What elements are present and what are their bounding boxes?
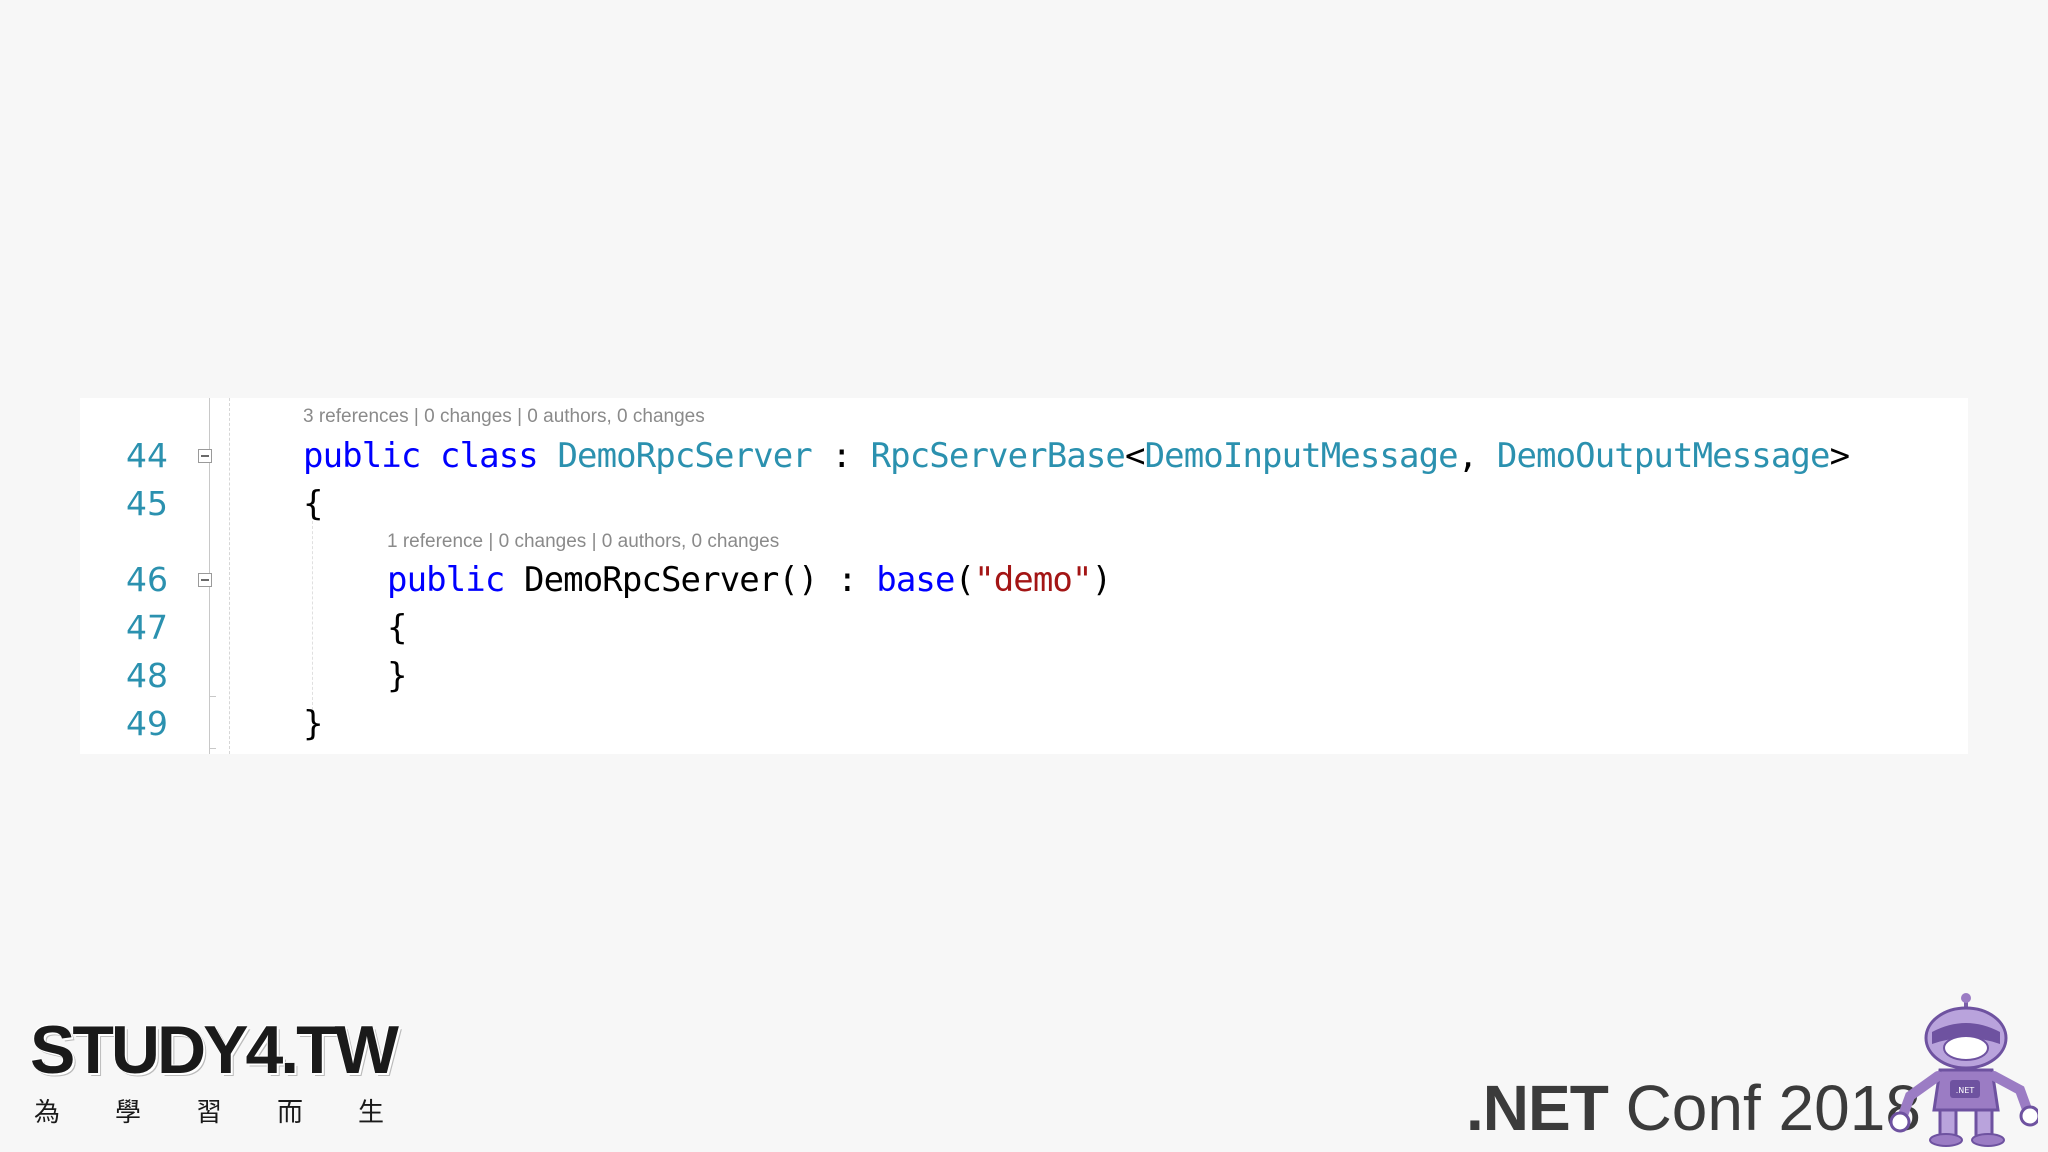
code-text[interactable]: {: [387, 604, 407, 652]
netconf-logo: .NET Conf 2018: [1466, 1072, 1921, 1144]
code-text[interactable]: }: [387, 652, 407, 700]
study4-slogan: 為 學 習 而 生: [34, 1092, 384, 1129]
line-number: 44: [126, 436, 168, 475]
study4-logo: STUDY4.TW 為 學 習 而 生: [30, 1012, 399, 1132]
code-line-44: 44 public class DemoRpcServer : RpcServe…: [80, 432, 1968, 480]
fold-end-marker: [209, 748, 216, 749]
codelens-class[interactable]: 3 references | 0 changes | 0 authors, 0 …: [303, 404, 705, 430]
code-line-46: 46 public DemoRpcServer() : base("demo"): [80, 556, 1968, 604]
code-editor: 3 references | 0 changes | 0 authors, 0 …: [80, 398, 1968, 754]
netconf-title: Conf 2018: [1607, 1072, 1921, 1144]
code-line-45: 45 {: [80, 480, 1968, 528]
fold-end-marker: [209, 696, 216, 697]
code-text[interactable]: public DemoRpcServer() : base("demo"): [387, 556, 1112, 604]
code-text[interactable]: }: [303, 700, 323, 748]
code-line-48: 48 }: [80, 652, 1968, 700]
codelens-constructor[interactable]: 1 reference | 0 changes | 0 authors, 0 c…: [387, 529, 779, 555]
line-number: 47: [126, 608, 168, 647]
line-number: 45: [126, 484, 168, 523]
slogan-char: 生: [357, 1098, 384, 1128]
study4-title: STUDY4.TW: [30, 1012, 399, 1088]
slogan-char: 學: [114, 1098, 141, 1128]
mascot-badge: .NET: [1956, 1086, 1975, 1095]
slogan-char: 習: [195, 1098, 222, 1128]
code-line-47: 47 {: [80, 604, 1968, 652]
line-number: 48: [126, 656, 168, 695]
line-number: 49: [126, 704, 168, 743]
netconf-net: .NET: [1466, 1072, 1609, 1144]
code-text[interactable]: public class DemoRpcServer : RpcServerBa…: [303, 432, 1850, 480]
code-text[interactable]: {: [303, 480, 323, 528]
collapse-toggle-icon[interactable]: [198, 449, 212, 463]
dotnet-bot-mascot-icon: .NET: [1889, 993, 2038, 1147]
line-number: 46: [126, 560, 168, 599]
slogan-char: 為: [34, 1098, 61, 1128]
collapse-toggle-icon[interactable]: [198, 573, 212, 587]
code-line-49: 49 }: [80, 700, 1968, 748]
slogan-char: 而: [276, 1098, 303, 1128]
